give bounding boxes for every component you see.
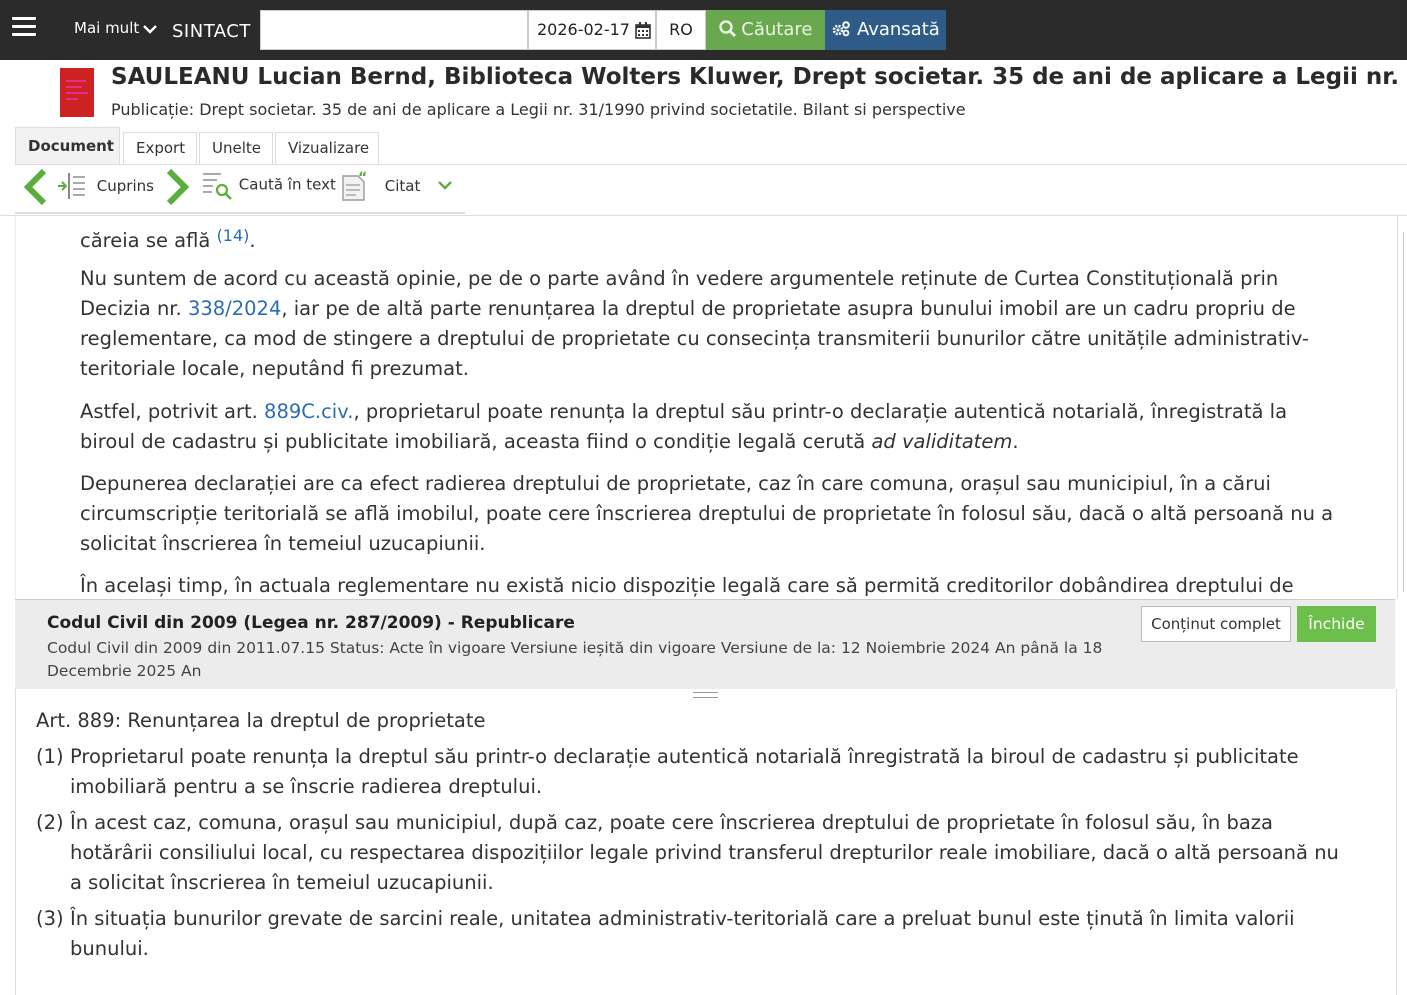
- paragraph: Astfel, potrivit art. 889C.civ., proprie…: [80, 397, 1340, 457]
- search-icon: [718, 20, 736, 37]
- calendar-icon[interactable]: [635, 22, 651, 39]
- quote-document-icon: “: [342, 170, 367, 201]
- paragraph-text: .: [1012, 430, 1019, 453]
- brand-label[interactable]: SINTACT: [172, 21, 251, 42]
- more-menu-label: Mai mult: [74, 19, 140, 37]
- previous-arrow-icon[interactable]: [22, 168, 48, 206]
- chevron-down-icon: [143, 24, 158, 34]
- paragraph-number: (3): [36, 907, 64, 930]
- full-content-button[interactable]: Conținut complet: [1141, 606, 1291, 642]
- tab-export[interactable]: Export: [123, 132, 197, 164]
- paragraph: Depunerea declarației are ca efect radie…: [80, 472, 1334, 555]
- menu-icon[interactable]: [12, 17, 36, 37]
- toc-icon: [58, 173, 85, 199]
- date-field[interactable]: 2026-02-17: [528, 10, 656, 50]
- advanced-search-label: Avansată: [856, 19, 940, 40]
- search-input[interactable]: [260, 10, 528, 50]
- decision-link[interactable]: 338/2024: [188, 297, 281, 320]
- svg-text:“: “: [358, 170, 367, 186]
- article-paragraph: (2) În acest caz, comuna, orașul sau mun…: [36, 808, 1356, 898]
- date-value: 2026-02-17: [537, 20, 630, 39]
- article-paragraph: (3) În situația bunurilor grevate de sar…: [36, 904, 1356, 964]
- search-in-text-label: Caută în text: [238, 175, 336, 194]
- paragraph-text: În acest caz, comuna, orașul sau municip…: [70, 811, 1339, 894]
- advanced-search-button[interactable]: Avansată: [825, 10, 946, 50]
- toolbar-underline: [15, 212, 465, 214]
- top-bar: Mai mult SINTACT 2026-02-17 RO Căutare A…: [0, 0, 1407, 60]
- tab-divider: [15, 164, 1407, 165]
- cite-label: Citat: [384, 176, 421, 195]
- reference-popup-body: Art. 889: Renunțarea la dreptul de propr…: [15, 689, 1397, 995]
- toc-label: Cuprins: [96, 176, 154, 195]
- italic-text: ad validitatem: [871, 430, 1013, 453]
- paragraph-number: (1): [36, 745, 64, 768]
- gears-icon: [832, 21, 851, 37]
- search-button[interactable]: Căutare: [706, 10, 825, 50]
- footnote-link[interactable]: (14): [217, 226, 250, 245]
- paragraph-text: Astfel, potrivit art.: [80, 400, 265, 423]
- document-content[interactable]: căreia se află (14). Nu suntem de acord …: [15, 216, 1398, 599]
- paragraph: căreia se află (14).: [80, 221, 1340, 256]
- language-selector[interactable]: RO: [656, 10, 706, 50]
- article-paragraph: (1) Proprietarul poate renunța la dreptu…: [36, 742, 1356, 802]
- publication-info: Publicație: Drept societar. 35 de ani de…: [111, 100, 966, 119]
- more-menu[interactable]: Mai mult: [74, 19, 158, 37]
- paragraph-text: .: [249, 229, 256, 252]
- next-arrow-icon[interactable]: [165, 168, 191, 206]
- cite-button[interactable]: “ Citat: [340, 170, 420, 202]
- close-button[interactable]: Închide: [1297, 606, 1376, 642]
- chevron-down-icon[interactable]: [438, 180, 452, 190]
- article-title: Art. 889: Renunțarea la dreptul de propr…: [36, 709, 486, 732]
- popup-title: Codul Civil din 2009 (Legea nr. 287/2009…: [47, 613, 575, 633]
- popup-meta: Codul Civil din 2009 din 2011.07.15 Stat…: [47, 639, 1103, 680]
- article-link[interactable]: 889C.civ.: [264, 400, 353, 423]
- paragraph-text: căreia se află: [80, 229, 217, 252]
- toc-button[interactable]: Cuprins: [56, 171, 154, 201]
- paragraph-text: În situația bunurilor grevate de sarcini…: [70, 907, 1295, 960]
- text-search-icon: [203, 173, 232, 200]
- document-title: SAULEANU Lucian Bernd, Biblioteca Wolter…: [111, 64, 1407, 90]
- reference-popup-header: Codul Civil din 2009 (Legea nr. 287/2009…: [15, 599, 1395, 690]
- tab-tools[interactable]: Unelte: [199, 132, 273, 164]
- tab-view[interactable]: Vizualizare: [275, 132, 379, 164]
- scrollbar[interactable]: [1403, 232, 1407, 592]
- tab-document[interactable]: Document: [15, 127, 120, 165]
- paragraph: În același timp, în actuala reglementare…: [80, 574, 1294, 597]
- search-in-text-button[interactable]: Caută în text: [202, 170, 336, 200]
- paragraph: Nu suntem de acord cu această opinie, pe…: [80, 264, 1340, 384]
- resize-handle[interactable]: [693, 690, 718, 700]
- book-cover-icon: [60, 68, 94, 117]
- paragraph-number: (2): [36, 811, 64, 834]
- paragraph-text: Proprietarul poate renunța la dreptul să…: [70, 745, 1299, 798]
- search-button-label: Căutare: [741, 19, 813, 40]
